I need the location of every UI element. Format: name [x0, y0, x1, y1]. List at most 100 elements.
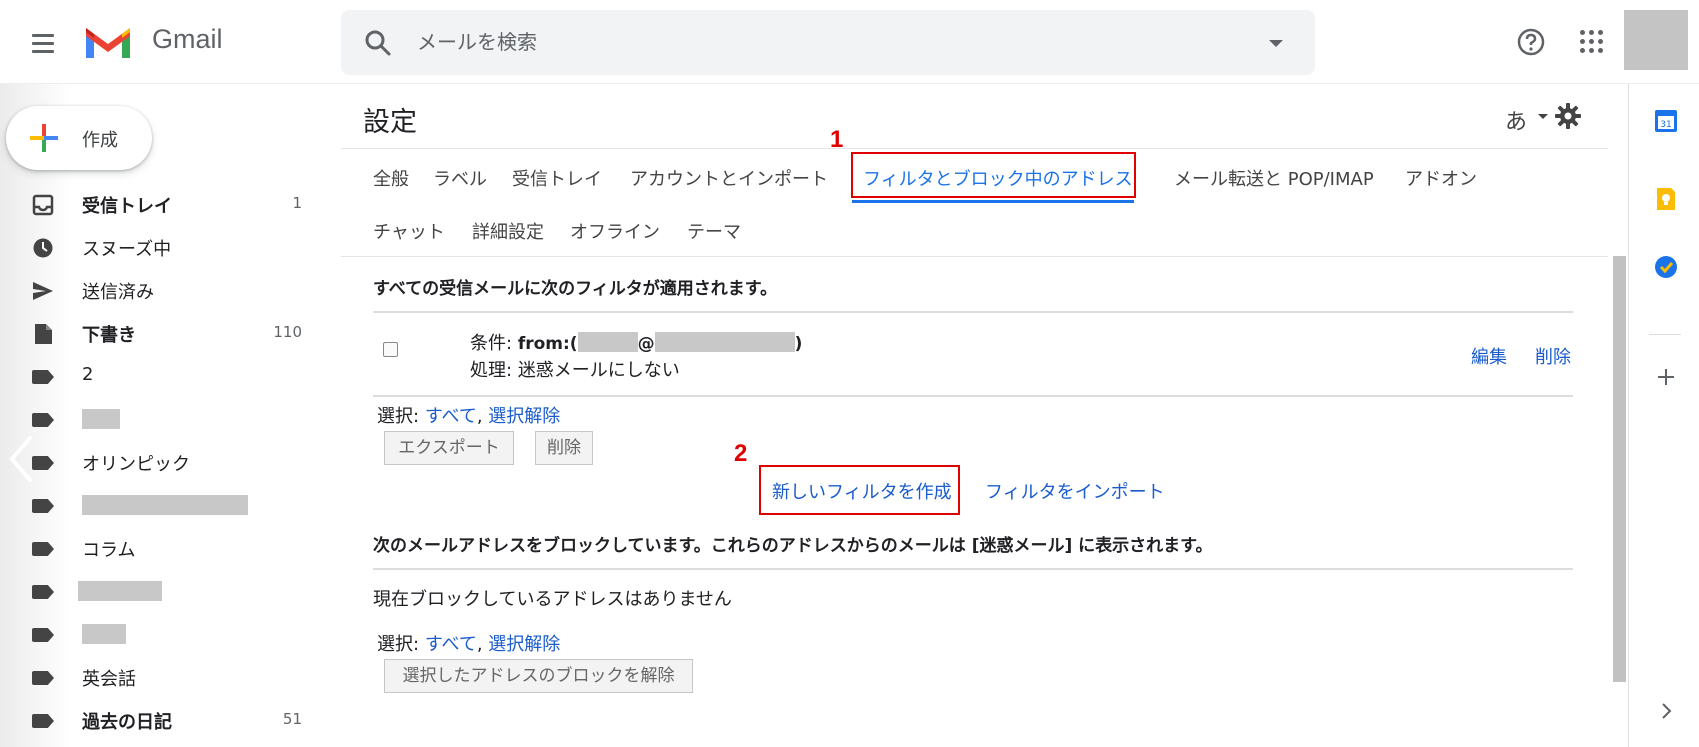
- filter-action: 処理: 迷惑メールにしない: [470, 356, 680, 382]
- condition-label: 条件:: [470, 333, 513, 354]
- annotation-highlight-box: [851, 152, 1136, 198]
- label-icon: [32, 370, 54, 384]
- annotation-highlight-box: [759, 465, 960, 515]
- filter-select-row: 選択: すべて, 選択解除: [377, 406, 561, 427]
- search-bar[interactable]: [341, 10, 1315, 75]
- sidebar-item-label: 英会話: [82, 669, 136, 690]
- label-icon: [32, 585, 54, 599]
- tasks-icon[interactable]: [1653, 254, 1679, 280]
- sidebar-item-english-conversation[interactable]: 英会話: [30, 657, 316, 697]
- sidebar-item-column[interactable]: コラム: [30, 528, 316, 568]
- scrollbar[interactable]: [1613, 256, 1626, 682]
- active-tab-indicator: [852, 200, 1134, 203]
- blocked-empty-text: 現在ブロックしているアドレスはありません: [373, 589, 732, 610]
- sidebar-item-label: 2: [82, 364, 94, 385]
- app-name: Gmail: [152, 24, 223, 54]
- sidebar-item-label: オリンピック: [82, 454, 190, 475]
- settings-panel: 設定 あ 全般 ラベル 受信トレイ アカウントとインポート フィルタとブロック中…: [341, 84, 1628, 747]
- chevron-right-icon[interactable]: [1653, 698, 1679, 724]
- sidebar-item-label-redacted[interactable]: [30, 399, 316, 439]
- inbox-icon: [32, 194, 54, 216]
- sidebar-item-inbox[interactable]: 受信トレイ 1: [30, 184, 316, 224]
- search-icon[interactable]: [363, 28, 393, 58]
- calendar-icon[interactable]: 31: [1653, 108, 1679, 134]
- draft-icon: [35, 324, 52, 344]
- tab-addons[interactable]: アドオン: [1405, 165, 1477, 191]
- blocked-heading: 次のメールアドレスをブロックしています。これらのアドレスからのメールは [迷惑メ…: [373, 536, 1213, 556]
- send-icon: [33, 282, 53, 300]
- gear-icon[interactable]: [1554, 102, 1582, 130]
- tab-offline[interactable]: オフライン: [570, 218, 660, 244]
- divider: [373, 311, 1573, 313]
- sidebar-item-snoozed[interactable]: スヌーズ中: [30, 227, 316, 267]
- page-title: 設定: [363, 107, 417, 138]
- sidebar-item-label-redacted[interactable]: [30, 571, 316, 611]
- select-label: 選択:: [377, 634, 420, 655]
- sidebar-item-label: コラム: [82, 540, 136, 561]
- compose-button[interactable]: 作成: [6, 106, 152, 170]
- top-header: Gmail: [0, 0, 1699, 84]
- divider: [373, 568, 1573, 570]
- redacted-email-user: [577, 332, 638, 352]
- select-all-link[interactable]: すべて: [425, 406, 477, 427]
- select-all-link[interactable]: すべて: [425, 634, 477, 655]
- input-tools-chevron-down-icon[interactable]: [1538, 114, 1548, 119]
- condition-from: from:(: [517, 334, 578, 354]
- main-menu-button[interactable]: [26, 26, 60, 60]
- sidebar-item-label: 受信トレイ: [82, 196, 172, 217]
- sidebar-item-label-redacted[interactable]: [30, 614, 316, 654]
- export-button[interactable]: エクスポート: [384, 431, 514, 465]
- label-icon: [32, 671, 54, 685]
- account-avatar[interactable]: [1624, 10, 1688, 70]
- divider: [1649, 334, 1681, 335]
- tab-inbox[interactable]: 受信トレイ: [512, 165, 602, 191]
- keep-icon[interactable]: [1653, 186, 1679, 212]
- sidebar-item-label: 下書き: [82, 325, 136, 346]
- tab-accounts-import[interactable]: アカウントとインポート: [630, 165, 828, 191]
- condition-at: @: [637, 334, 655, 354]
- tab-chat[interactable]: チャット: [373, 218, 445, 244]
- left-sidebar: 作成 受信トレイ 1 スヌーズ中 送信済み 下書き 110 2 オリンピック コ…: [0, 84, 330, 747]
- apps-grid-icon[interactable]: [1578, 28, 1606, 56]
- delete-filter-link[interactable]: 削除: [1535, 343, 1571, 369]
- action-value: 迷惑メールにしない: [517, 360, 680, 381]
- select-none-link[interactable]: 選択解除: [488, 406, 560, 427]
- sidebar-item-past-diary[interactable]: 過去の日記 51: [30, 700, 316, 740]
- unread-count: 1: [292, 194, 302, 212]
- tab-labels[interactable]: ラベル: [433, 165, 487, 191]
- redacted-label: [82, 624, 126, 644]
- compose-plus-icon: [30, 124, 58, 152]
- sidebar-item-olympic[interactable]: オリンピック: [30, 442, 316, 482]
- delete-button[interactable]: 削除: [535, 431, 593, 465]
- sidebar-item-label: 過去の日記: [82, 712, 172, 733]
- sidebar-item-sent[interactable]: 送信済み: [30, 270, 316, 310]
- sidebar-item-drafts[interactable]: 下書き 110: [30, 313, 316, 353]
- add-addon-plus-icon[interactable]: [1653, 364, 1679, 390]
- tab-general[interactable]: 全般: [373, 165, 409, 191]
- blocked-select-row: 選択: すべて, 選択解除: [377, 634, 561, 655]
- divider: [373, 395, 1573, 397]
- import-filter-link[interactable]: フィルタをインポート: [985, 478, 1165, 504]
- tab-forwarding-pop-imap[interactable]: メール転送と POP/IMAP: [1174, 165, 1374, 191]
- search-options-chevron-down-icon[interactable]: [1269, 40, 1283, 47]
- help-icon[interactable]: [1516, 27, 1546, 57]
- label-icon: [32, 499, 54, 513]
- chevron-left-icon[interactable]: [6, 434, 36, 484]
- label-icon: [32, 628, 54, 642]
- filter-checkbox[interactable]: [383, 342, 398, 357]
- tab-themes[interactable]: テーマ: [687, 218, 741, 244]
- unblock-selected-button[interactable]: 選択したアドレスのブロックを解除: [384, 659, 693, 693]
- redacted-label: [82, 495, 248, 515]
- divider: [341, 148, 1608, 149]
- search-input[interactable]: [417, 24, 1217, 60]
- edit-filter-link[interactable]: 編集: [1471, 343, 1507, 369]
- sidebar-item-label-redacted[interactable]: [30, 485, 316, 525]
- input-tools-icon[interactable]: あ: [1505, 104, 1527, 136]
- sidebar-item-label: スヌーズ中: [82, 239, 172, 260]
- calendar-day: 31: [1660, 120, 1671, 130]
- gmail-logo-icon[interactable]: [82, 22, 134, 62]
- sidebar-item-label-2[interactable]: 2: [30, 356, 316, 396]
- tab-advanced[interactable]: 詳細設定: [472, 218, 544, 244]
- select-none-link[interactable]: 選択解除: [488, 634, 560, 655]
- divider: [341, 256, 1608, 257]
